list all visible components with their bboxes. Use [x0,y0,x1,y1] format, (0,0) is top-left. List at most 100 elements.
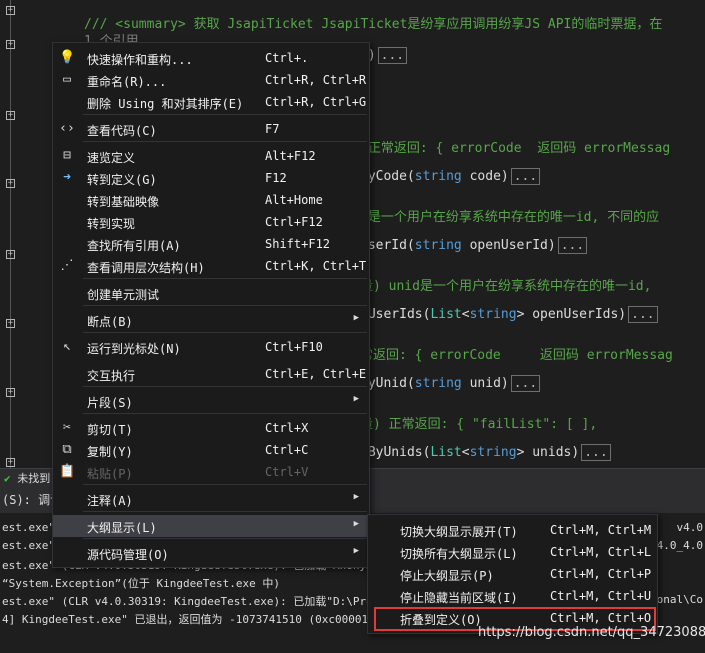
output-line: est.exe" [2,521,55,534]
code-line: 量) 正常返回: { "failList": [ ], [360,413,597,432]
output-line-fragment: v4.0 [676,521,704,534]
submenu-arrow-icon: ▶ [353,313,359,323]
context-menu-item[interactable]: ⊟ 速览定义 Alt+F12 [53,145,369,167]
menu-item-label: 切换大纲显示展开(T) [400,525,518,539]
context-menu-item[interactable]: 源代码管理(O) ▶ [53,542,369,564]
menu-item-label: 源代码管理(O) [87,548,169,562]
outline-expand-icon[interactable]: + [6,250,15,259]
context-menu-item[interactable]: ↖ 运行到光标处(N) Ctrl+F10 [53,336,369,358]
code-token: code) [461,169,509,184]
submenu-arrow-icon: ▶ [353,394,359,404]
status-badge: ✔ 未找到 [4,470,50,486]
menu-item-label: 切换所有大纲显示(L) [400,547,518,561]
context-menu-item[interactable]: 📋 粘贴(P) Ctrl+V [53,461,369,483]
context-menu-item[interactable]: 创建单元测试 [53,282,369,304]
menu-item-shortcut: Ctrl+M, Ctrl+U [550,589,652,603]
collapsed-region[interactable]: ... [557,237,588,254]
code-line: /// <summary> 获取 JsapiTicket JsapiTicket… [84,13,662,32]
code-token: nUserIds( [360,307,431,322]
context-menu-item[interactable]: 查找所有引用(A) Shift+F12 [53,233,369,255]
code-token: string [414,169,462,184]
collapsed-region[interactable]: ... [377,47,408,64]
collapsed-region[interactable]: ... [510,375,541,392]
menu-item-label: 转到定义(G) [87,173,157,187]
context-menu-item[interactable]: ➜ 转到定义(G) F12 [53,167,369,189]
context-menu-item[interactable]: 💡 快速操作和重构... Ctrl+. [53,47,369,69]
menu-item-shortcut: Ctrl+X [265,421,309,435]
menu-separator [83,278,367,279]
outlining-menu-item[interactable]: 切换大纲显示展开(T) Ctrl+M, Ctrl+M [368,519,657,541]
menu-separator [83,332,367,333]
menu-item-label: 交互执行 [87,369,136,383]
outline-expand-icon[interactable]: + [6,179,15,188]
run-to-cursor-icon: ↖ [63,339,71,354]
menu-item-shortcut: Ctrl+V [265,465,309,479]
context-menu-item[interactable]: ⋰ 查看调用层次结构(H) Ctrl+K, Ctrl+T [53,255,369,277]
context-menu-item[interactable]: 删除 Using 和对其排序(E) Ctrl+R, Ctrl+G [53,91,369,113]
menu-item-label: 复制(Y) [87,445,133,459]
menu-separator [83,413,367,414]
output-line: 4] KingdeeTest.exe" 已退出，返回值为 -1073741510… [2,613,389,626]
submenu-arrow-icon: ▶ [353,546,359,556]
call-hierarchy-icon: ⋰ [60,258,74,273]
context-menu-item[interactable]: ✂ 剪切(T) Ctrl+X [53,417,369,439]
code-token: List [430,445,462,460]
menu-item-label: 查看调用层次结构(H) [87,261,205,275]
menu-separator [83,114,367,115]
menu-item-shortcut: Shift+F12 [265,237,331,251]
code-line: 量) unid是一个用户在纷享系统中存在的唯一id, [360,275,651,294]
context-menu-item[interactable]: 转到实现 Ctrl+F12 [53,211,369,233]
menu-item-shortcut: F7 [265,122,280,136]
context-menu-item[interactable]: 交互执行 Ctrl+E, Ctrl+E [53,363,369,385]
collapsed-region[interactable]: ... [581,444,611,461]
context-menu-item[interactable]: 片段(S) ▶ [53,390,369,412]
cut-icon: ✂ [63,420,71,435]
code-line: 正常返回: { errorCode 返回码 errorMessag [360,137,670,156]
collapsed-region[interactable]: ... [628,306,658,323]
context-menu-item[interactable]: ‹› 查看代码(C) F7 [53,118,369,140]
code-token: string [469,307,517,322]
code-token: > openUserIds) [516,307,627,322]
menu-item-label: 查看代码(C) [87,124,157,138]
code-line: ByUnid(string unid)... [360,375,541,392]
code-line: eByUnids(List<string> unids)... [360,444,611,461]
go-to-definition-icon: ➜ [63,170,71,185]
menu-separator [83,386,367,387]
context-menu-item[interactable]: ▭ 重命名(R)... Ctrl+R, Ctrl+R [53,69,369,91]
menu-item-shortcut: Ctrl+R, Ctrl+G [265,95,367,109]
menu-item-shortcut: Ctrl+F12 [265,215,323,229]
outline-expand-icon[interactable]: + [6,388,15,397]
peek-definition-icon: ⊟ [63,148,71,163]
status-text: 未找到 [17,472,51,485]
menu-separator [83,305,367,306]
outlining-menu-item[interactable]: 切换所有大纲显示(L) Ctrl+M, Ctrl+L [368,541,657,563]
menu-item-shortcut: Ctrl+. [265,51,309,65]
context-menu-item[interactable]: ⧉ 复制(Y) Ctrl+C [53,439,369,461]
collapsed-region[interactable]: ... [510,168,541,185]
outline-expand-icon[interactable]: + [6,111,15,120]
outline-expand-icon[interactable]: + [6,6,15,15]
outline-expand-icon[interactable]: + [6,40,15,49]
rename-icon: ▭ [63,72,71,87]
menu-separator [83,511,367,512]
outline-expand-icon[interactable]: + [6,319,15,328]
code-token: 常返回: { errorCode 返回码 errorMessag [360,348,673,363]
output-line: “System.Exception”(位于 KingdeeTest.exe 中) [2,577,281,590]
code-line: d是一个用户在纷享系统中存在的唯一id, 不同的应 [360,206,659,225]
context-menu-item[interactable]: 断点(B) ▶ [53,309,369,331]
outline-expand-icon[interactable]: + [6,458,15,467]
menu-separator [83,141,367,142]
menu-item-label: 重命名(R)... [87,75,167,89]
outlining-menu-item[interactable]: 停止隐藏当前区域(I) Ctrl+M, Ctrl+U [368,585,657,607]
menu-item-label: 大纲显示(L) [87,521,157,535]
context-menu-item[interactable]: 注释(A) ▶ [53,488,369,510]
menu-item-label: 粘贴(P) [87,467,133,481]
context-menu-item[interactable]: 大纲显示(L) ▶ [53,515,369,537]
outlining-menu-item[interactable]: 停止大纲显示(P) Ctrl+M, Ctrl+P [368,563,657,585]
code-token: string [414,376,462,391]
copy-icon: ⧉ [62,442,72,457]
outline-guide [10,0,11,470]
code-token: string [414,238,462,253]
context-menu-item[interactable]: 转到基础映像 Alt+Home [53,189,369,211]
menu-item-label: 剪切(T) [87,423,133,437]
